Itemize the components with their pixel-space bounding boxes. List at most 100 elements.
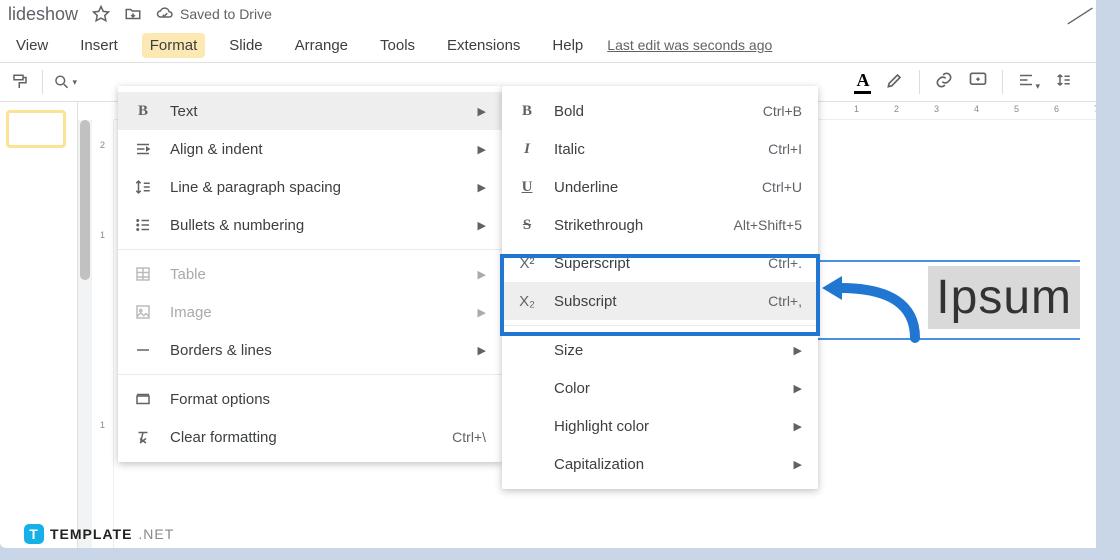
menu-label: Table [170,266,462,283]
menu-view[interactable]: View [8,33,56,58]
text-superscript-row[interactable]: X² Superscript Ctrl+. [502,244,818,282]
text-strike-row[interactable]: S Strikethrough Alt+Shift+5 [502,206,818,244]
watermark-brand: TEMPLATE [50,526,132,542]
star-icon[interactable] [92,5,110,23]
format-align-row[interactable]: Align & indent ▶ [118,130,502,168]
format-table-row[interactable]: Table ▶ [118,255,502,293]
toolbar-right: A ▾ [854,70,1072,95]
menu-label: Bold [554,103,747,120]
highlight-color-icon[interactable] [885,70,905,95]
scrollbar-thumb[interactable] [80,120,90,280]
ruler-tick: 1 [100,230,105,240]
table-icon [132,265,154,283]
chevron-right-icon: ▶ [478,268,486,281]
menu-label: Image [170,304,462,321]
chevron-right-icon: ▶ [478,344,486,357]
edit-pen-icon[interactable] [1066,6,1096,26]
menu-shortcut: Ctrl+, [768,293,802,309]
format-text-row[interactable]: B Text ▶ [118,92,502,130]
borders-icon [132,341,154,359]
menu-label: Text [170,103,462,120]
format-borders-row[interactable]: Borders & lines ▶ [118,331,502,369]
ruler-tick: 2 [100,140,105,150]
menu-label: Italic [554,141,752,158]
menu-label: Underline [554,179,746,196]
format-options-row[interactable]: Format options [118,380,502,418]
menu-label: Borders & lines [170,342,462,359]
menu-label: Size [554,342,778,359]
insert-comment-icon[interactable] [968,70,988,95]
slide-thumb-1[interactable] [8,112,64,146]
vertical-ruler: 2 1 1 [96,120,114,548]
ruler-tick: 1 [854,104,859,114]
bold-icon: B [132,103,154,120]
watermark: T TEMPLATE .NET [24,524,174,544]
align-icon[interactable]: ▾ [1017,71,1040,94]
format-options-icon [132,390,154,408]
format-image-row[interactable]: Image ▶ [118,293,502,331]
ruler-tick: 4 [974,104,979,114]
zoom-icon[interactable]: ▾ [53,70,77,94]
menu-label: Strikethrough [554,217,718,234]
text-subscript-row[interactable]: X₂ Subscript Ctrl+, [502,282,818,320]
move-folder-icon[interactable] [124,5,142,23]
format-bullets-row[interactable]: Bullets & numbering ▶ [118,206,502,244]
chevron-right-icon: ▶ [478,143,486,156]
text-underline-row[interactable]: U Underline Ctrl+U [502,168,818,206]
menu-label: Line & paragraph spacing [170,179,462,196]
chevron-right-icon: ▶ [478,306,486,319]
subscript-icon: X₂ [516,293,538,310]
chevron-right-icon: ▶ [478,219,486,232]
menu-shortcut: Ctrl+U [762,179,802,195]
toolbar-separator [919,70,920,94]
selected-text[interactable]: Ipsum [928,266,1080,329]
menu-insert[interactable]: Insert [72,33,126,58]
format-clear-row[interactable]: Clear formatting Ctrl+\ [118,418,502,456]
cloud-icon [156,5,174,23]
paint-format-icon[interactable] [8,70,32,94]
text-highlight-row[interactable]: Highlight color ▶ [502,407,818,445]
chevron-right-icon: ▶ [794,344,802,357]
menu-tools[interactable]: Tools [372,33,423,58]
chevron-right-icon: ▶ [794,382,802,395]
titlebar: lideshow Saved to Drive [0,0,1096,28]
menu-label: Bullets & numbering [170,217,462,234]
ruler-tick: 6 [1054,104,1059,114]
text-color-icon[interactable]: A [854,70,871,94]
toolbar-separator [1002,70,1003,94]
text-color-row[interactable]: Color ▶ [502,369,818,407]
text-size-row[interactable]: Size ▶ [502,331,818,369]
insert-link-icon[interactable] [934,70,954,95]
menu-label: Color [554,380,778,397]
doc-title[interactable]: lideshow [8,4,78,25]
menu-slide[interactable]: Slide [221,33,270,58]
line-spacing-icon[interactable] [1054,71,1072,94]
menu-label: Superscript [554,255,752,272]
menu-shortcut: Ctrl+. [768,255,802,271]
menu-extensions[interactable]: Extensions [439,33,528,58]
align-indent-icon [132,140,154,158]
text-italic-row[interactable]: I Italic Ctrl+I [502,130,818,168]
chevron-right-icon: ▶ [478,181,486,194]
menu-format[interactable]: Format [142,33,206,58]
ruler-tick: 2 [894,104,899,114]
last-edit-link[interactable]: Last edit was seconds ago [607,37,772,53]
watermark-logo-icon: T [24,524,44,544]
menu-shortcut: Ctrl+I [768,141,802,157]
menu-arrange[interactable]: Arrange [287,33,356,58]
chevron-right-icon: ▶ [478,105,486,118]
menu-label: Align & indent [170,141,462,158]
format-linespacing-row[interactable]: Line & paragraph spacing ▶ [118,168,502,206]
text-bold-row[interactable]: B Bold Ctrl+B [502,92,818,130]
menubar: View Insert Format Slide Arrange Tools E… [0,28,1096,62]
vertical-scrollbar[interactable] [78,120,92,548]
watermark-suffix: .NET [138,526,174,542]
superscript-icon: X² [516,255,538,272]
ruler-tick: 3 [934,104,939,114]
text-capitalization-row[interactable]: Capitalization ▶ [502,445,818,483]
menu-help[interactable]: Help [544,33,591,58]
format-dropdown: B Text ▶ Align & indent ▶ Line & paragra… [118,86,502,462]
image-icon [132,303,154,321]
menu-label: Capitalization [554,456,778,473]
underline-icon: U [516,179,538,196]
